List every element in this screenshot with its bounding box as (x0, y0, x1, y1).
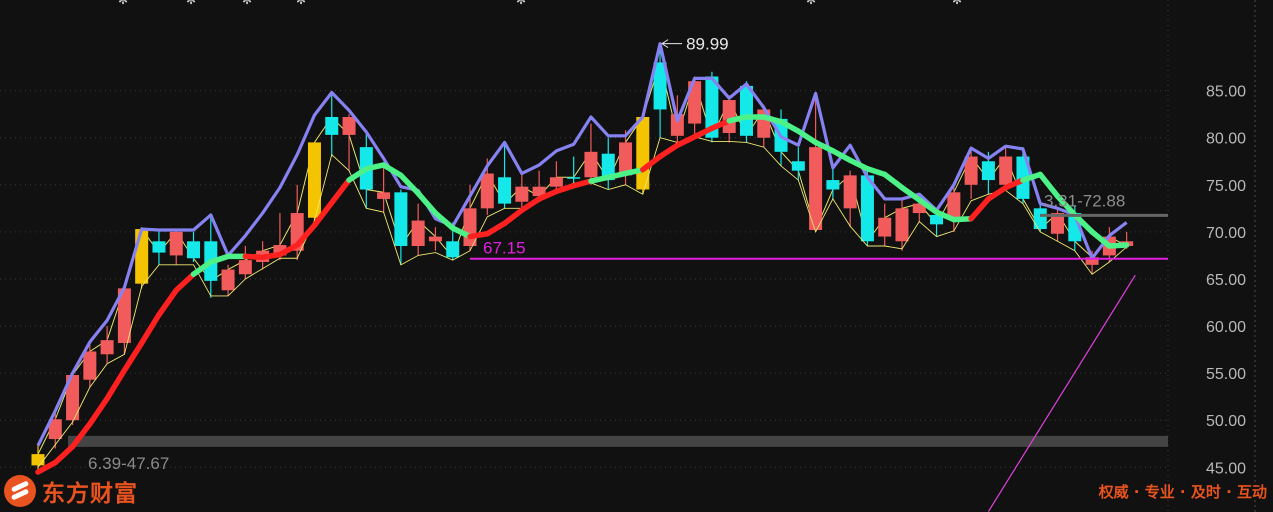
y-tick-label: 45.00 (1206, 460, 1246, 477)
candle-body (515, 186, 529, 202)
y-tick-label: 55.00 (1206, 366, 1246, 383)
y-tick-label: 75.00 (1206, 178, 1246, 195)
candle-body (843, 175, 857, 209)
candle-body (377, 192, 391, 199)
snowflake-icon: ✻ (516, 0, 527, 7)
candle-body (826, 180, 840, 190)
brand-slogan: 权威 · 专业 · 及时 · 互动 (1098, 483, 1267, 501)
candle-body (342, 116, 356, 135)
y-tick-label: 50.00 (1206, 413, 1246, 430)
y-tick-label: 85.00 (1206, 84, 1246, 101)
candle-body (981, 161, 995, 181)
candle-body (394, 192, 408, 246)
candle-body (498, 177, 512, 204)
candlestick (135, 227, 149, 289)
candle-body (739, 85, 753, 136)
eastmoney-logo-icon (4, 475, 36, 507)
brand-name: 东方财富 (42, 481, 138, 507)
support-band (68, 435, 1168, 447)
stock-kline-chart: 85.00 80.00 75.00 70.00 65.00 60.00 55.00 50.00… (0, 0, 1273, 512)
candlestick (307, 142, 321, 223)
support-band-label: 6.39-47.67 (88, 454, 169, 473)
snowflake-icon: ✻ (118, 0, 129, 7)
y-tick-label: 70.00 (1206, 225, 1246, 242)
candle-body (411, 220, 425, 246)
candle-body (169, 231, 183, 256)
snowflake-icon: ✻ (242, 0, 253, 7)
candle-body (307, 142, 321, 218)
candlestick (636, 114, 650, 195)
candle-body (446, 241, 460, 258)
candle-body (135, 229, 149, 284)
candle-body (999, 156, 1013, 185)
snowflake-icon: ✻ (806, 0, 817, 7)
resistance-line-label: 3.31-72.88 (1044, 191, 1125, 210)
candle-body (584, 151, 598, 178)
candle-body (895, 208, 909, 242)
y-tick-label: 60.00 (1206, 319, 1246, 336)
brand-logo: 东方财富 (4, 474, 138, 508)
trend-line-segment (1106, 242, 1130, 249)
candle-body (567, 177, 581, 179)
candle-body (428, 236, 442, 242)
candle-body (878, 217, 892, 237)
candle-body (238, 260, 252, 275)
candle-body (1033, 208, 1047, 230)
candle-body (83, 351, 97, 380)
support-line-label: 67.15 (483, 239, 526, 258)
candle-body (947, 192, 961, 218)
candle-body (549, 177, 563, 187)
candle-body (480, 173, 494, 209)
candle-body (100, 340, 114, 355)
y-tick-label: 65.00 (1206, 272, 1246, 289)
candle-body (791, 161, 805, 171)
candle-body (722, 100, 736, 133)
candle-body (152, 241, 166, 253)
candle-body (221, 269, 235, 291)
snowflake-icon: ✻ (296, 0, 307, 7)
snowflake-icon: ✻ (186, 0, 197, 7)
candle-body (325, 116, 339, 135)
snowflake-icon: ✻ (952, 0, 963, 7)
candle-body (463, 208, 477, 246)
candle-body (187, 241, 201, 259)
candle-body (31, 454, 45, 466)
y-tick-label: 80.00 (1206, 131, 1246, 148)
high-marker-label: 89.99 (686, 35, 729, 54)
